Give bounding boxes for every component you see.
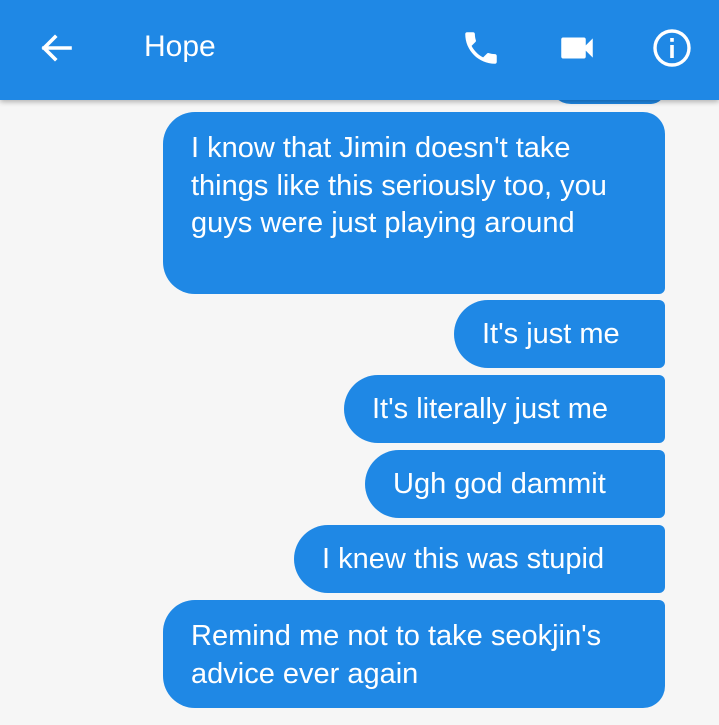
phone-icon xyxy=(465,32,497,64)
arrow-back-icon xyxy=(41,34,72,62)
message-bubble[interactable]: I know that Jimin doesn't take things li… xyxy=(163,112,665,294)
conversation-title[interactable]: Hope xyxy=(144,29,216,65)
message-bubble[interactable]: It's literally just me xyxy=(344,375,665,443)
video-call-button[interactable] xyxy=(551,22,603,74)
message-bubble[interactable]: Remind me not to take seokjin's advice e… xyxy=(163,600,665,708)
app-bar: Hope xyxy=(0,0,719,100)
message-bubble[interactable]: It's just me xyxy=(454,300,665,368)
message-bubble[interactable]: Ugh god dammit xyxy=(365,450,665,518)
info-button[interactable] xyxy=(646,22,698,74)
info-icon xyxy=(653,29,691,67)
message-bubble[interactable]: I knew this was stupid xyxy=(294,525,665,593)
call-button[interactable] xyxy=(455,22,507,74)
video-camera-icon xyxy=(561,37,593,59)
message-list[interactable]: I know that Jimin doesn't take things li… xyxy=(0,0,719,725)
back-button[interactable] xyxy=(30,22,82,74)
